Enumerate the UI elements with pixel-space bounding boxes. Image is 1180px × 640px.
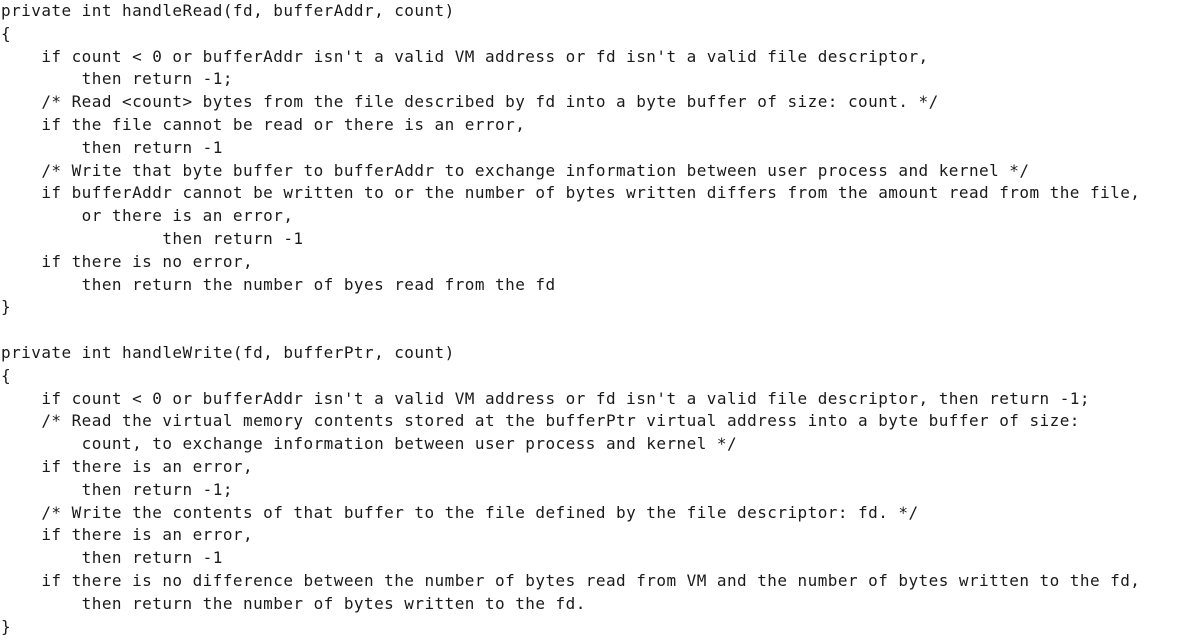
code-line-9: if bufferAddr cannot be written to or th… [1, 183, 1141, 203]
code-line-5: /* Read <count> bytes from the file desc… [1, 92, 939, 112]
code-line-6: if the file cannot be read or there is a… [1, 114, 526, 134]
code-line-12: if there is no error, [1, 251, 254, 271]
code-line-11: then return -1 [1, 228, 304, 248]
code-line-10: or there is an error, [1, 206, 294, 226]
code-line-8: /* Write that byte buffer to bufferAddr … [1, 160, 1030, 180]
code-line-28: } [1, 616, 12, 636]
code-line-24: if there is an error, [1, 525, 254, 545]
code-line-26: if there is no difference between the nu… [1, 570, 1141, 590]
code-line-19: /* Read the virtual memory contents stor… [1, 411, 1080, 431]
code-line-16: private int handleWrite(fd, bufferPtr, c… [1, 342, 455, 362]
code-line-22: then return -1; [1, 479, 233, 499]
code-line-1: private int handleRead(fd, bufferAddr, c… [1, 1, 455, 20]
code-line-20: count, to exchange information between u… [1, 434, 738, 454]
code-line-13: then return the number of byes read from… [1, 274, 556, 294]
code-line-27: then return the number of bytes written … [1, 593, 586, 613]
code-line-14: } [1, 297, 12, 317]
code-line-3: if count < 0 or bufferAddr isn't a valid… [1, 46, 929, 66]
code-line-18: if count < 0 or bufferAddr isn't a valid… [1, 388, 1090, 408]
code-block: private int handleRead(fd, bufferAddr, c… [1, 0, 1179, 638]
code-line-17: { [1, 365, 12, 385]
code-line-21: if there is an error, [1, 456, 254, 476]
code-line-7: then return -1 [1, 137, 223, 157]
code-line-25: then return -1 [1, 548, 223, 568]
code-line-2: { [1, 23, 12, 43]
code-line-4: then return -1; [1, 69, 233, 89]
code-line-23: /* Write the contents of that buffer to … [1, 502, 919, 522]
